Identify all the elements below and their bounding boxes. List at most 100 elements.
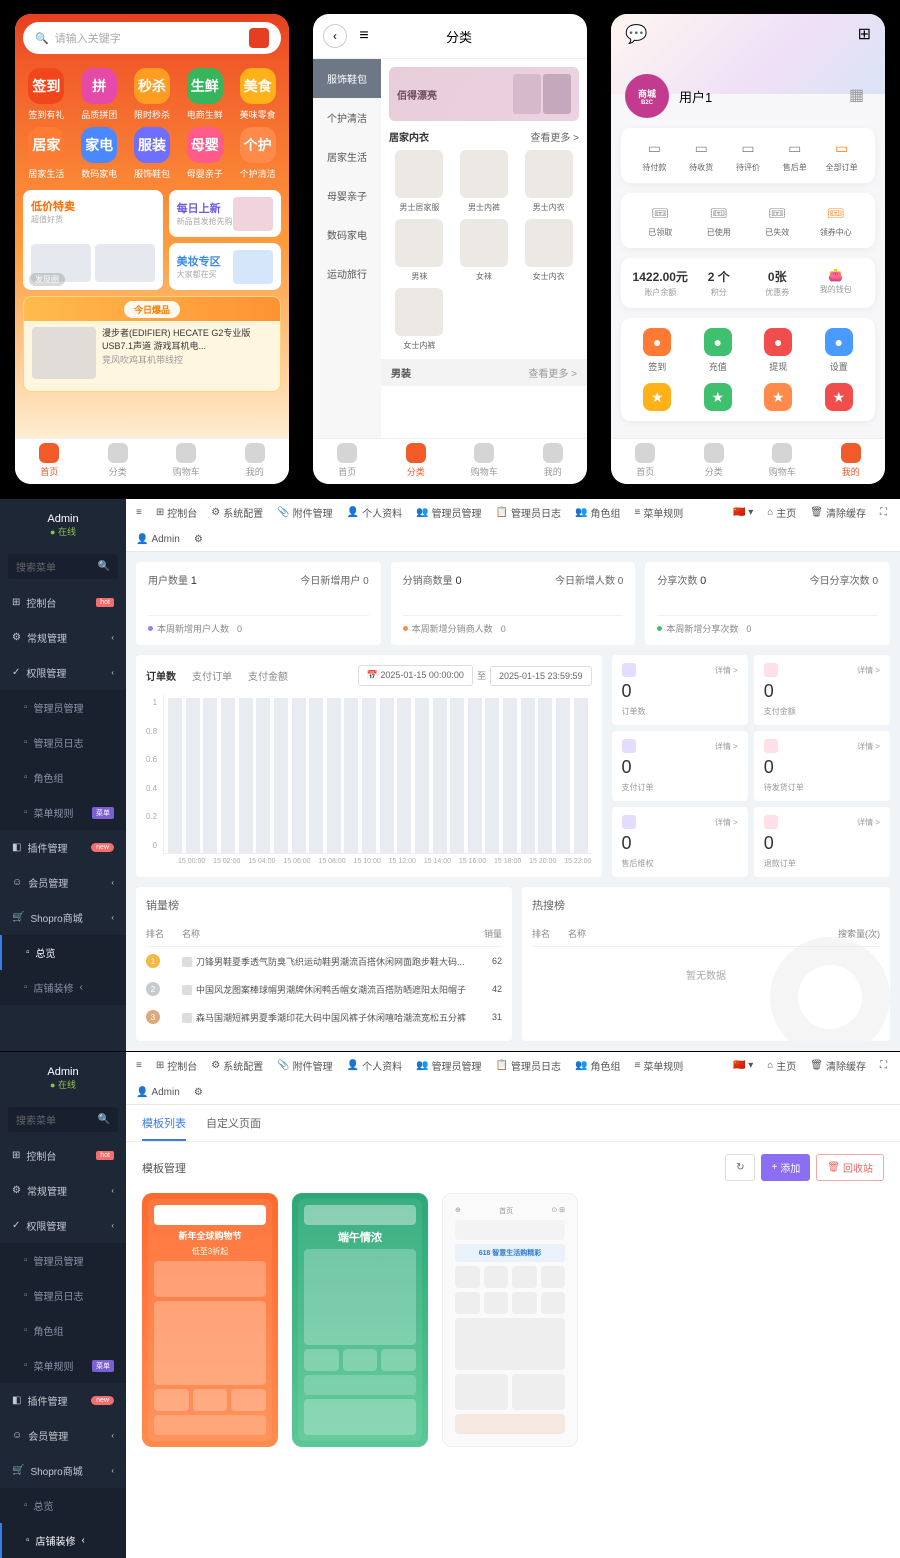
product-item[interactable]: 男士居家服 — [389, 150, 450, 213]
order-stat-card[interactable]: 详情 >0待发货订单 — [754, 731, 890, 801]
product-item[interactable]: 女士内裤 — [389, 288, 450, 351]
coupon-item[interactable]: 🎟领券中心 — [807, 203, 866, 238]
category-side-item[interactable]: 服饰鞋包 — [313, 59, 381, 98]
category-side-item[interactable]: 个护清洁 — [313, 98, 381, 137]
wallet-item[interactable]: 1422.00元账户余额 — [631, 268, 690, 298]
order-status-item[interactable]: ▭售后单 — [771, 138, 818, 173]
topbar-item[interactable]: 👥管理员管理 — [416, 1058, 481, 1073]
today-hot[interactable]: 今日爆品 漫步者(EDIFIER) HECATE G2专业版 USB7.1声道 … — [23, 296, 281, 392]
category-side-item[interactable]: 运动旅行 — [313, 254, 381, 293]
user-action-item[interactable]: ●设置 — [813, 328, 866, 373]
tab-item[interactable]: 我的 — [817, 439, 886, 484]
sidebar-subitem[interactable]: ▫管理员管理 — [0, 690, 126, 725]
user-action-icon[interactable]: ★ — [813, 383, 866, 411]
wallet-item[interactable]: 0张优惠券 — [748, 268, 807, 298]
sidebar-subitem[interactable]: ▫总览 — [0, 1488, 126, 1523]
menu-toggle-icon[interactable]: ≡ — [136, 1060, 142, 1071]
order-status-item[interactable]: ▭待评价 — [725, 138, 772, 173]
nav-grid-item[interactable]: 生鲜电商生鲜 — [181, 68, 228, 121]
order-status-item[interactable]: ▭待收货 — [678, 138, 725, 173]
topbar-item[interactable]: 📎附件管理 — [277, 1058, 332, 1073]
sidebar-item[interactable]: 🛒Shopro商城‹ — [0, 900, 126, 935]
tab-item[interactable]: 分类 — [680, 439, 749, 484]
template-card[interactable]: 新年全球购物节 低至3折起 — [142, 1193, 278, 1447]
topbar-item[interactable]: ⊞控制台 — [156, 1058, 197, 1073]
product-item[interactable]: 男士内裤 — [454, 150, 515, 213]
nav-grid-item[interactable]: 家电数码家电 — [76, 127, 123, 180]
view-more-link[interactable]: 查看更多 > — [528, 365, 577, 380]
coupon-item[interactable]: 🎟已领取 — [631, 203, 690, 238]
topbar-item[interactable]: ⛶ — [880, 507, 890, 518]
topbar-item[interactable]: ≡菜单规则 — [634, 1058, 683, 1073]
tab-item[interactable]: 购物车 — [450, 439, 519, 484]
topbar-item[interactable]: 👥角色组 — [575, 1058, 620, 1073]
order-stat-card[interactable]: 详情 >0支付订单 — [612, 731, 748, 801]
topbar-item[interactable]: 👤Admin — [136, 534, 180, 545]
promo-card-daily[interactable]: 每日上新 新品首发抢先购 — [169, 190, 281, 237]
topbar-item[interactable]: 📋管理员日志 — [496, 505, 561, 520]
sidebar-item[interactable]: ⚙常规管理‹ — [0, 1173, 126, 1208]
topbar-item[interactable]: 📋管理员日志 — [496, 1058, 561, 1073]
sidebar-subitem[interactable]: ▫管理员日志 — [0, 1278, 126, 1313]
sidebar-subitem[interactable]: ▫角色组 — [0, 1313, 126, 1348]
sidebar-subitem[interactable]: ▫管理员日志 — [0, 725, 126, 760]
tab-template-list[interactable]: 模板列表 — [142, 1115, 186, 1141]
sidebar-search[interactable]: 搜索菜单 🔍 — [8, 554, 118, 579]
product-item[interactable]: 女士内衣 — [518, 219, 579, 282]
menu-icon[interactable]: ≡ — [355, 27, 373, 45]
sidebar-item[interactable]: ⊞控制台hot — [0, 1138, 126, 1173]
nav-grid-item[interactable]: 签到签到有礼 — [23, 68, 70, 121]
trash-button[interactable]: 🗑回收站 — [816, 1154, 884, 1181]
coupon-item[interactable]: 🎟已使用 — [690, 203, 749, 238]
order-stat-card[interactable]: 详情 >0订单数 — [612, 655, 748, 725]
lang-selector[interactable]: 🇨🇳 ▾ — [733, 1060, 753, 1071]
lang-selector[interactable]: 🇨🇳 ▾ — [733, 507, 753, 518]
topbar-item[interactable]: 👥角色组 — [575, 505, 620, 520]
sidebar-subitem[interactable]: ▫管理员管理 — [0, 1243, 126, 1278]
back-button[interactable]: ‹ — [323, 24, 347, 48]
category-side-item[interactable]: 居家生活 — [313, 137, 381, 176]
sidebar-subitem[interactable]: ▫角色组 — [0, 760, 126, 795]
sidebar-subitem[interactable]: ▫菜单规则菜单 — [0, 1348, 126, 1383]
tab-item[interactable]: 首页 — [611, 439, 680, 484]
order-stat-card[interactable]: 详情 >0支付金额 — [754, 655, 890, 725]
topbar-item[interactable]: 🗑清除缓存 — [810, 1058, 866, 1073]
sidebar-item[interactable]: ⊞控制台hot — [0, 585, 126, 620]
nav-grid-item[interactable]: 美食美味零食 — [234, 68, 281, 121]
tab-custom-page[interactable]: 自定义页面 — [206, 1115, 261, 1141]
topbar-item[interactable]: ⚙ — [194, 1087, 206, 1098]
topbar-item[interactable]: ≡菜单规则 — [634, 505, 683, 520]
view-more-link[interactable]: 查看更多 > — [530, 129, 579, 144]
sidebar-item[interactable]: ◧插件管理new — [0, 1383, 126, 1418]
search-input[interactable]: 🔍 请输入关键字 — [23, 22, 281, 54]
category-side-item[interactable]: 数码家电 — [313, 215, 381, 254]
tab-item[interactable]: 购物车 — [748, 439, 817, 484]
chart-tab[interactable]: 订单数 — [146, 668, 176, 683]
sidebar-subitem[interactable]: ▫总览 — [0, 935, 126, 970]
order-status-item[interactable]: ▭待付款 — [631, 138, 678, 173]
sidebar-item[interactable]: ✓权限管理‹ — [0, 655, 126, 690]
date-to-input[interactable]: 2025-01-15 23:59:59 — [490, 666, 592, 686]
scan-icon[interactable] — [249, 28, 269, 48]
topbar-item[interactable]: 📎附件管理 — [277, 505, 332, 520]
topbar-item[interactable]: ⚙系统配置 — [211, 1058, 263, 1073]
template-card[interactable]: 端午情浓 — [292, 1193, 428, 1447]
user-action-icon[interactable]: ★ — [752, 383, 805, 411]
avatar[interactable]: 商城 B2C — [625, 74, 669, 118]
sidebar-subitem[interactable]: ▫店铺装修‹ — [0, 970, 126, 1005]
sidebar-item[interactable]: 🛒Shopro商城‹ — [0, 1453, 126, 1488]
topbar-item[interactable]: 👤Admin — [136, 1087, 180, 1098]
sidebar-item[interactable]: ☺会员管理‹ — [0, 865, 126, 900]
topbar-item[interactable]: 👤个人资料 — [347, 505, 402, 520]
sidebar-item[interactable]: ◧插件管理new — [0, 830, 126, 865]
order-status-item[interactable]: ▭全部订单 — [818, 138, 865, 173]
user-action-icon[interactable]: ★ — [692, 383, 745, 411]
sidebar-item[interactable]: ⚙常规管理‹ — [0, 620, 126, 655]
user-action-icon[interactable]: ★ — [631, 383, 684, 411]
chart-tab[interactable]: 支付订单 — [192, 668, 232, 683]
order-stat-card[interactable]: 详情 >0退款订单 — [754, 807, 890, 877]
nav-grid-item[interactable]: 居家居家生活 — [23, 127, 70, 180]
topbar-item[interactable]: ⊞控制台 — [156, 505, 197, 520]
sidebar-item[interactable]: ✓权限管理‹ — [0, 1208, 126, 1243]
date-from-input[interactable]: 📅 2025-01-15 00:00:00 — [358, 665, 473, 686]
